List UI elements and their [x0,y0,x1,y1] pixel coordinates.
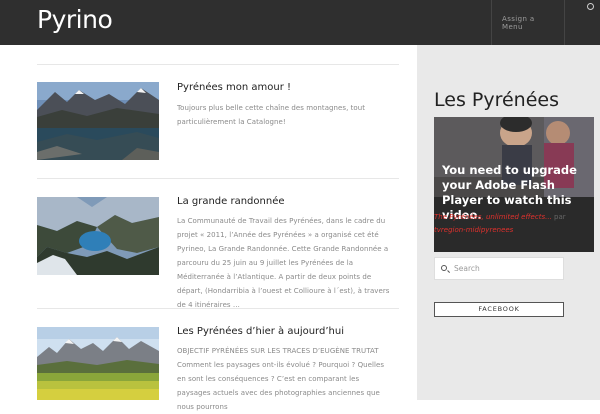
site-title[interactable]: Pyrino [37,4,113,36]
post-thumbnail[interactable] [37,82,159,160]
post-title[interactable]: Les Pyrénées d’hier à aujourd’hui [177,325,344,339]
search-icon [441,265,447,271]
facebook-button[interactable]: FACEBOOK [434,302,564,317]
post-title[interactable]: Pyrénées mon amour ! [177,81,291,95]
post-excerpt: OBJECTIF PYRÉNÉES SUR LES TRACES D’EUGÈN… [177,347,385,411]
post-list: Pyrénées mon amour ! Toujours plus belle… [0,45,417,411]
search-box[interactable] [434,257,564,280]
video-caption: The Pyrénées, unlimited effects... par t… [434,211,594,237]
post-excerpt: La Communauté de Travail des Pyrénées, d… [177,217,390,309]
meadow-image [37,327,159,400]
caption-by: par [551,213,566,221]
search-input[interactable] [454,258,559,279]
post-title[interactable]: La grande randonnée [177,195,285,209]
mountain-lake-image [37,82,159,160]
site-header: Pyrino Assign a Menu [0,0,600,45]
divider [37,178,399,179]
author-link[interactable]: tvregion-midipyrenees [434,226,513,234]
divider [37,64,399,65]
post-excerpt: Toujours plus belle cette chaîne des mon… [177,104,366,126]
post-thumbnail[interactable] [37,197,159,275]
widget-title: Les Pyrénées [434,89,559,111]
post-thumbnail[interactable] [37,327,159,400]
menu-cell[interactable]: Assign a Menu [491,0,565,45]
divider [37,308,399,309]
gear-icon[interactable] [587,3,594,10]
settings-cell[interactable] [566,0,600,45]
video-link[interactable]: The Pyrénées, unlimited effects... [434,213,552,221]
sidebar: Les Pyrénées You need to upgrade your Ad… [417,45,600,400]
assign-menu-link[interactable]: Assign a Menu [502,15,556,31]
valley-image [37,197,159,275]
